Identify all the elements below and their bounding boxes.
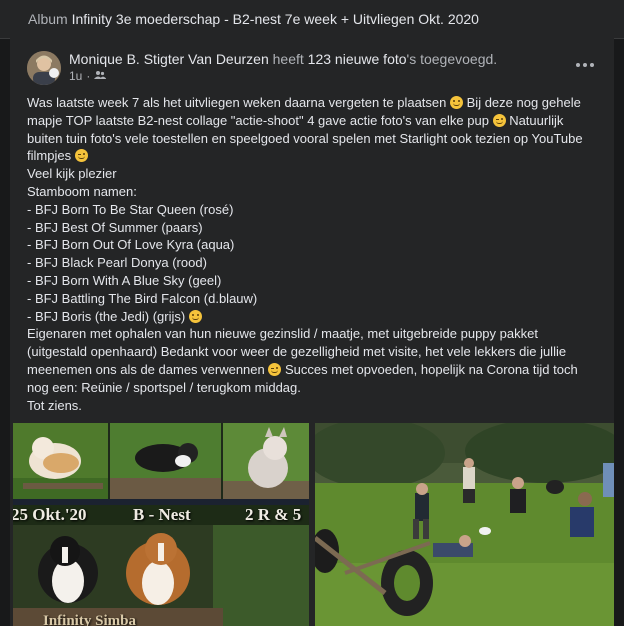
text-line: Veel kijk plezier: [27, 166, 117, 182]
collage-date: 25 Okt.'20: [13, 505, 87, 524]
collage-count: 2 R & 5: [245, 505, 302, 524]
post-text: Was laatste week 7 als het uitvliegen we…: [27, 94, 607, 414]
pedigree-item: - BFJ Born To Be Star Queen (rosé): [27, 201, 234, 217]
smile-emoji-icon: [188, 309, 202, 323]
author-name-link[interactable]: Monique B. Stigter Van Deurzen: [69, 51, 269, 67]
text-line: mapje TOP laatste B2-nest collage "actie…: [27, 112, 564, 128]
post-meta: 1u ·: [69, 69, 107, 83]
avatar[interactable]: [27, 51, 61, 85]
wink-emoji-icon: [268, 362, 282, 376]
action-text-pre: heeft: [272, 51, 304, 67]
wink-emoji-icon: [492, 113, 506, 127]
collage-nest: B - Nest: [133, 505, 191, 524]
photo-count-link[interactable]: 123 nieuwe foto: [308, 51, 407, 67]
action-text-post: 's toegevoegd.: [406, 51, 498, 67]
text-line: Eigenaren met ophalen van hun nieuwe gez…: [27, 326, 538, 342]
pedigree-item: - BFJ Boris (the Jedi) (grijs): [27, 308, 607, 326]
wink-emoji-icon: [74, 149, 88, 163]
pedigree-item: - BFJ Battling The Bird Falcon (d.blauw): [27, 290, 258, 306]
text-line: filmpjes: [27, 147, 607, 165]
pedigree-item: - BFJ Black Pearl Donya (rood): [27, 255, 207, 271]
album-title: Album Infinity 3e moederschap - B2-nest …: [28, 11, 479, 27]
post-time-link[interactable]: 1u: [69, 69, 82, 83]
smile-emoji-icon: [450, 96, 464, 109]
text-line: meenemen ons als de dames verwennen Succ…: [27, 361, 578, 377]
album-header: Album Infinity 3e moederschap - B2-nest …: [0, 0, 624, 39]
text-line: nog een: Reünie / sportspel / terugkom m…: [27, 379, 301, 395]
text-line: Tot ziens.: [27, 397, 82, 413]
photo-collage[interactable]: 25 Okt.'20 B - Nest 2 R & 5 Infinity Sim…: [13, 423, 309, 626]
field-image: [315, 423, 614, 626]
album-name-link[interactable]: Infinity 3e moederschap - B2-nest 7e wee…: [72, 11, 479, 27]
album-prefix: Album: [28, 11, 68, 27]
pedigree-item: - BFJ Born Out Of Love Kyra (aqua): [27, 237, 235, 253]
more-options-icon[interactable]: [572, 56, 598, 74]
text-line: Was laatste week 7 als het uitvliegen we…: [27, 95, 581, 110]
text-line: (uitgestald openhaard) Bedankt voor weer…: [27, 344, 567, 360]
collage-kennel: Infinity Simba: [43, 613, 136, 626]
post-header: Monique B. Stigter Van Deurzen heeft 123…: [69, 51, 497, 67]
photo-grid: 25 Okt.'20 B - Nest 2 R & 5 Infinity Sim…: [10, 421, 614, 626]
photo-field[interactable]: [315, 423, 614, 626]
feed-post: Monique B. Stigter Van Deurzen heeft 123…: [10, 38, 614, 626]
pedigree-item: - BFJ Born With A Blue Sky (geel): [27, 272, 222, 288]
pedigree-item: - BFJ Best Of Summer (paars): [27, 219, 203, 235]
text-line: Stamboom namen:: [27, 183, 137, 199]
text-line: buiten tuin foto's vele toestellen en sp…: [27, 130, 583, 146]
friends-icon[interactable]: [94, 69, 107, 83]
